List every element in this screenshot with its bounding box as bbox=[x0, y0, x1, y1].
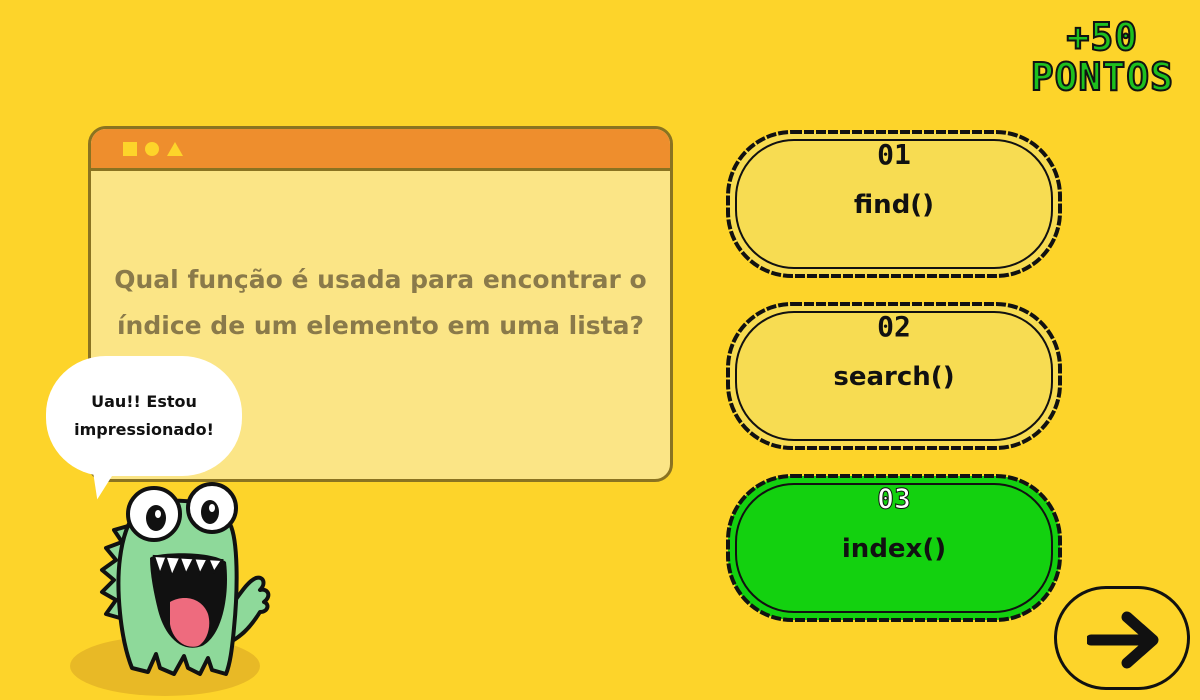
triangle-icon bbox=[167, 141, 183, 156]
answer-option-3[interactable]: 03 index() bbox=[722, 470, 1066, 626]
speech-line-1: Uau!! Estou bbox=[91, 392, 197, 411]
answer-option-1-number: 01 bbox=[877, 138, 911, 171]
score-points: +50 bbox=[1066, 15, 1139, 59]
mascot-icon bbox=[70, 482, 271, 696]
speech-line-2: impressionado! bbox=[74, 420, 214, 439]
score-display: +50 PONTOS bbox=[1030, 15, 1174, 99]
arrow-right-icon bbox=[1087, 611, 1159, 669]
next-button[interactable] bbox=[1054, 586, 1190, 690]
answer-option-3-label: index() bbox=[841, 534, 947, 564]
question-card-titlebar bbox=[91, 129, 670, 171]
circle-icon bbox=[145, 141, 159, 156]
answer-option-2-number: 02 bbox=[877, 310, 911, 343]
answer-option-3-number: 03 bbox=[877, 482, 912, 516]
answer-option-2-label: search() bbox=[833, 362, 955, 392]
answer-option-2[interactable]: 02 search() bbox=[722, 298, 1066, 454]
speech-bubble: Uau!! Estou impressionado! bbox=[46, 356, 242, 476]
answer-option-1-label: find() bbox=[853, 190, 935, 220]
square-icon bbox=[123, 141, 137, 156]
answer-option-1[interactable]: 01 find() bbox=[722, 126, 1066, 282]
score-label: PONTOS bbox=[1030, 54, 1174, 99]
question-text: Qual função é usada para encontrar o índ… bbox=[114, 265, 647, 340]
